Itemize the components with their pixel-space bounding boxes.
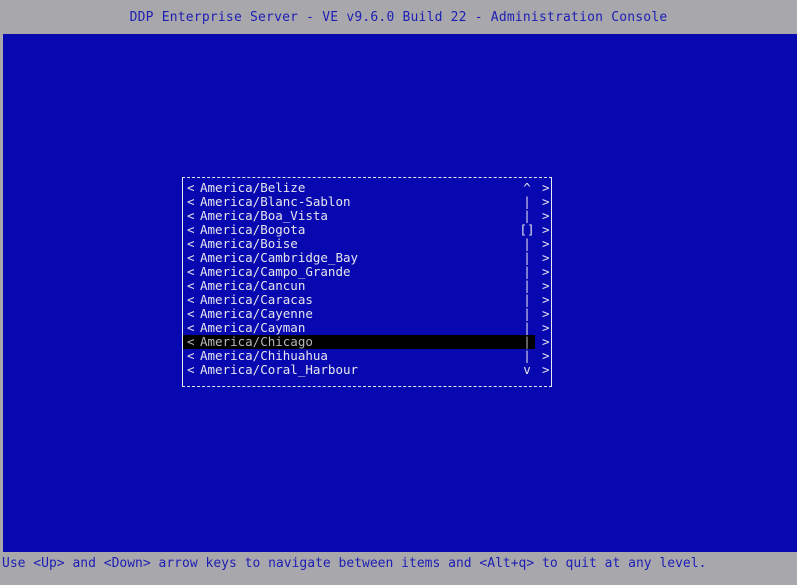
list-item[interactable]: < America/Cayenne | >: [183, 307, 551, 321]
chevron-right-icon: >: [542, 334, 550, 349]
chevron-left-icon: <: [187, 180, 195, 195]
list-item-label: America/Blanc-Sablon: [200, 194, 351, 209]
timezone-list[interactable]: < America/Belize ^ > < America/Blanc-Sablon | >…: [183, 181, 551, 377]
scrollbar-track: |: [523, 208, 531, 223]
chevron-left-icon: <: [187, 320, 195, 335]
list-item[interactable]: < America/Cayman | >: [183, 321, 551, 335]
list-item[interactable]: < America/Coral_Harbour v >: [183, 363, 551, 377]
scrollbar-track: |: [523, 292, 531, 307]
chevron-left-icon: <: [187, 194, 195, 209]
chevron-left-icon: <: [187, 264, 195, 279]
list-item-label: America/Cayman: [200, 320, 306, 335]
list-item-label: America/Chicago: [200, 334, 313, 349]
chevron-right-icon: >: [542, 362, 550, 377]
chevron-left-icon: <: [187, 334, 195, 349]
chevron-left-icon: <: [187, 362, 195, 377]
scrollbar-track: |: [523, 194, 531, 209]
list-item-label: America/Cancun: [200, 278, 306, 293]
scrollbar-thumb[interactable]: []: [519, 223, 535, 237]
chevron-right-icon: >: [542, 194, 550, 209]
list-item-label: America/Boise: [200, 236, 298, 251]
chevron-left-icon: <: [187, 278, 195, 293]
list-item[interactable]: < America/Boa_Vista | >: [183, 209, 551, 223]
chevron-left-icon: <: [187, 236, 195, 251]
chevron-right-icon: >: [542, 320, 550, 335]
list-item[interactable]: < America/Belize ^ >: [183, 181, 551, 195]
chevron-left-icon: <: [187, 208, 195, 223]
list-item-label: America/Belize: [200, 180, 306, 195]
scrollbar-track: |: [523, 348, 531, 363]
list-item-label: America/Boa_Vista: [200, 208, 328, 223]
scrollbar-track: |: [523, 250, 531, 265]
list-item-label: America/Coral_Harbour: [200, 362, 359, 377]
scrollbar-track: |: [523, 264, 531, 279]
list-item[interactable]: < America/Chicago | >: [183, 335, 551, 349]
chevron-left-icon: <: [187, 250, 195, 265]
title-bar: DDP Enterprise Server - VE v9.6.0 Build …: [0, 0, 797, 34]
chevron-right-icon: >: [542, 222, 550, 237]
chevron-right-icon: >: [542, 292, 550, 307]
chevron-right-icon: >: [542, 208, 550, 223]
list-item-label: America/Cambridge_Bay: [200, 250, 359, 265]
scrollbar-track: |: [523, 320, 531, 335]
list-item[interactable]: < America/Cancun | >: [183, 279, 551, 293]
list-item-label: America/Bogota: [200, 222, 306, 237]
scrollbar-track: |: [523, 306, 531, 321]
list-item[interactable]: < America/Caracas | >: [183, 293, 551, 307]
chevron-right-icon: >: [542, 264, 550, 279]
status-bar: Use <Up> and <Down> arrow keys to naviga…: [0, 552, 797, 585]
chevron-right-icon: >: [542, 278, 550, 293]
scrollbar-track: |: [523, 334, 531, 349]
chevron-right-icon: >: [542, 180, 550, 195]
list-item[interactable]: < America/Bogota [] >: [183, 223, 551, 237]
list-item-label: America/Cayenne: [200, 306, 313, 321]
list-item[interactable]: < America/Campo_Grande | >: [183, 265, 551, 279]
scrollbar-track: |: [523, 278, 531, 293]
list-item-label: America/Chihuahua: [200, 348, 328, 363]
chevron-left-icon: <: [187, 292, 195, 307]
list-item[interactable]: < America/Chihuahua | >: [183, 349, 551, 363]
list-item[interactable]: < America/Boise | >: [183, 237, 551, 251]
list-item-label: America/Campo_Grande: [200, 264, 351, 279]
chevron-right-icon: >: [542, 250, 550, 265]
scrollbar-track: |: [523, 236, 531, 251]
scroll-up-icon[interactable]: ^: [519, 181, 535, 195]
console-screen: DDP Enterprise Server - VE v9.6.0 Build …: [0, 0, 797, 585]
timezone-selection-dialog[interactable]: < America/Belize ^ > < America/Blanc-Sablon | >…: [182, 177, 552, 387]
list-item-label: America/Caracas: [200, 292, 313, 307]
keyboard-hint-text: Use <Up> and <Down> arrow keys to naviga…: [2, 556, 707, 571]
chevron-right-icon: >: [542, 236, 550, 251]
chevron-left-icon: <: [187, 222, 195, 237]
list-item[interactable]: < America/Blanc-Sablon | >: [183, 195, 551, 209]
chevron-right-icon: >: [542, 348, 550, 363]
page-title: DDP Enterprise Server - VE v9.6.0 Build …: [129, 9, 668, 25]
chevron-left-icon: <: [187, 348, 195, 363]
chevron-left-icon: <: [187, 306, 195, 321]
list-item[interactable]: < America/Cambridge_Bay | >: [183, 251, 551, 265]
scroll-down-icon[interactable]: v: [519, 363, 535, 377]
console-viewport: < America/Belize ^ > < America/Blanc-Sablon | >…: [3, 34, 797, 552]
chevron-right-icon: >: [542, 306, 550, 321]
